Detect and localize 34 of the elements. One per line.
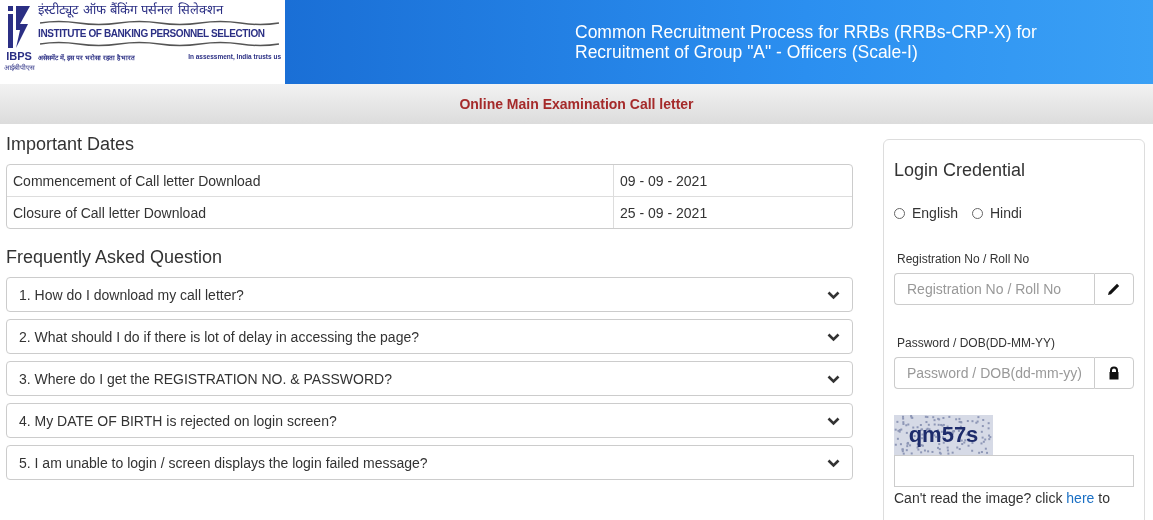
faq-item[interactable]: 4. My DATE OF BIRTH is rejected on login screen? [6, 403, 853, 438]
panel-title: Login Credential [894, 160, 1027, 181]
faq-item[interactable]: 1. How do I download my call letter? [6, 277, 853, 312]
refresh-link[interactable]: here [1066, 490, 1095, 506]
table-cell: Closure of Call letter Download [7, 197, 614, 228]
logo-mark: IBPS [6, 50, 32, 62]
input-field[interactable]: Password / DOB(dd-mm-yy) [894, 357, 1094, 389]
faq-item[interactable]: 2. What should I do if there is lot of delay in accessing the page? [6, 319, 853, 354]
table-cell-text: 09 - 09 - 2021 [619, 171, 709, 191]
chevron-down-icon [827, 289, 840, 300]
lock-icon [1107, 366, 1121, 380]
faq-item[interactable]: 5. I am unable to login / screen displays the login failed message? [6, 445, 853, 480]
field-label: Password / DOB(DD-MM-YY) [897, 336, 1056, 350]
captcha-field[interactable] [894, 455, 1134, 487]
chevron-down-icon [827, 457, 840, 468]
table-cell: Commencement of Call letter Download [7, 165, 614, 196]
section-heading: Important Dates [6, 134, 136, 155]
radio-label[interactable]: Hindi [989, 205, 1022, 221]
chevron-down-icon [827, 331, 840, 342]
institute-name-hindi: इंस्टीट्यूट ऑफ बैंकिंग पर्सनल सिलेक्शन [38, 2, 225, 18]
pencil-icon [1107, 282, 1121, 296]
radio-label[interactable]: English [912, 205, 958, 221]
field-label: Registration No / Roll No [897, 252, 1031, 266]
institute-name: INSTITUTE OF BANKING PERSONNEL SELECTION [38, 28, 266, 39]
table-cell-text: 25 - 09 - 2021 [619, 203, 709, 223]
captcha-image: qm57s [894, 415, 993, 455]
page-title: Common Recruitment Process for RRBs (RRBs-CRP-X) for Recruitment of Group "A" - Officers (Scale-I) [575, 22, 1038, 62]
input-field[interactable]: Registration No / Roll No [894, 273, 1094, 305]
subheader-title: Online Main Examination Call letter [459, 96, 694, 112]
chevron-down-icon [827, 373, 840, 384]
chevron-down-icon [827, 415, 840, 426]
faq-item[interactable]: 3. Where do I get the REGISTRATION NO. & PASSWORD? [6, 361, 853, 396]
refresh-hint: Can't read the image? click here to [894, 490, 1111, 506]
section-heading: Frequently Asked Question [6, 247, 224, 268]
